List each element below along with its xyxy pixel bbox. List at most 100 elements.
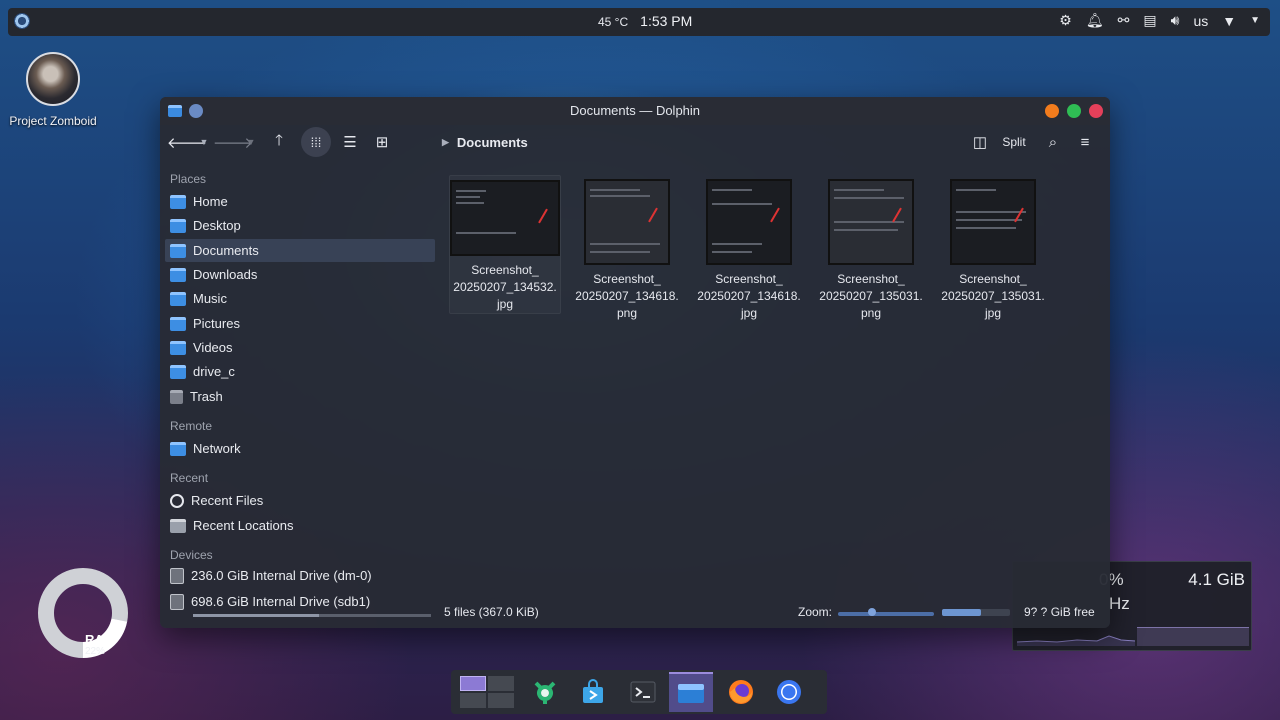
file-thumbnail [950,179,1036,265]
minimize-button[interactable] [1045,104,1059,118]
titlebar[interactable]: Documents — Dolphin [160,97,1110,125]
sidebar-item-label: Videos [193,340,233,355]
firefox-icon[interactable] [719,672,763,712]
discover-store-icon[interactable] [571,672,615,712]
free-space-text: 9? ? GiB free [1024,605,1095,619]
pager-desktop-2[interactable] [488,676,514,691]
breadcrumb-arrow-icon: ▶ [442,137,449,147]
file-thumbnail [584,179,670,265]
temperature-readout: 45 °C [598,15,629,29]
videos-folder-icon [170,340,186,355]
home-folder-icon [170,194,186,209]
notification-icon[interactable]: 🔔︎ [1086,12,1104,29]
icons-view-icon[interactable]: ⁞⁞⁞ [301,127,331,157]
file-name: Screenshot_ 20250207_135031. png [819,272,923,320]
zoom-slider-handle[interactable] [867,608,876,616]
free-space-bar[interactable] [942,609,1010,616]
settings-icon[interactable]: ⚙ [1059,12,1072,29]
pager-desktop-3[interactable] [460,693,486,708]
signal-icon[interactable] [767,672,811,712]
recent-locations-icon [170,518,186,533]
virtual-desktop-pager[interactable] [457,672,517,712]
sidebar-item-home[interactable]: Home [165,190,435,213]
remote-header: Remote [170,419,213,433]
file-name: Screenshot_ 20250207_135031. jpg [941,272,1045,320]
clock[interactable]: 1:53 PM [640,13,692,29]
cpu-frequency: Hz [1109,594,1130,613]
hamburger-menu-icon[interactable]: ≡ [1075,128,1095,156]
sidebar-item-documents[interactable]: Documents [165,239,435,262]
terminal-icon[interactable] [621,672,665,712]
devices-header: Devices [170,548,213,562]
file-view[interactable]: Screenshot_ 20250207_134532. jpg Screensho… [443,169,1107,599]
kde-connect-icon[interactable] [523,672,567,712]
file-item[interactable]: Screenshot_ 20250207_134618. jpg [693,175,805,322]
memory-usage: 4.1 GiB [1188,570,1245,589]
sidebar-item-recent-locations[interactable]: Recent Locations [165,514,435,537]
zoom-slider[interactable] [838,612,934,616]
breadcrumb-documents[interactable]: Documents [457,135,528,150]
pager-desktop-1[interactable] [460,676,486,691]
file-thumbnail [828,179,914,265]
split-button[interactable]: Split [998,128,1030,156]
pictures-folder-icon [170,316,186,331]
drive-icon [170,567,184,584]
details-view-icon[interactable]: ⊞ [372,128,392,156]
sidebar-item-drive-c[interactable]: drive_c [165,360,435,383]
window-title: Documents — Dolphin [569,103,701,118]
desktop-icon-project-zomboid[interactable]: Project Zomboid [6,52,100,128]
sidebar-item-label: Trash [190,389,223,404]
split-view-icon[interactable]: ◫ [970,128,990,156]
folder-icon [170,364,186,379]
sidebar-item-downloads[interactable]: Downloads [165,263,435,286]
clock-group[interactable]: 45 °C 1:53 PM [598,13,692,29]
breadcrumb[interactable]: ▶ Documents [442,135,528,150]
music-folder-icon [170,291,186,306]
forward-history-chevron-icon[interactable]: ▼ [245,128,257,156]
app-launcher-icon[interactable] [14,13,30,29]
file-item[interactable]: Screenshot_ 20250207_135031. png [815,175,927,322]
file-item[interactable]: Screenshot_ 20250207_134532. jpg [449,175,561,314]
file-thumbnail [450,180,560,256]
sidebar-item-music[interactable]: Music [165,287,435,310]
compact-view-icon[interactable]: ☰ [340,128,360,156]
system-tray: ⚙ 🔔︎ ⚯ ▤ 🔊︎ us ▼ ▼ [1059,12,1260,29]
sidebar-item-pictures[interactable]: Pictures [165,312,435,335]
sidebar-item-recent-files[interactable]: Recent Files [165,489,435,512]
keyboard-layout[interactable]: us [1193,13,1208,29]
file-name: Screenshot_ 20250207_134532. jpg [453,263,557,311]
desktop-icon-label: Project Zomboid [9,114,97,128]
sidebar-item-label: Network [193,441,241,456]
volume-icon[interactable]: 🔊︎ [1171,12,1180,29]
wifi-icon[interactable]: ▼ [1222,13,1236,29]
sidebar-item-trash[interactable]: Trash [165,385,435,408]
sidebar-item-network[interactable]: Network [165,437,435,460]
back-history-chevron-icon[interactable]: ▼ [198,128,210,156]
sidebar-item-label: Pictures [193,316,240,331]
memory-graph [1137,627,1249,646]
sidebar-item-drive-dm0[interactable]: 236.0 GiB Internal Drive (dm-0) [165,564,435,587]
vpn-icon[interactable]: ⚯ [1118,12,1130,29]
file-item[interactable]: Screenshot_ 20250207_135031. jpg [937,175,1049,322]
chevron-down-icon[interactable]: ▼ [1250,15,1260,26]
toolbar: 🡐 ▼ 🡒 ▼ 🡑 ⁞⁞⁞ ☰ ⊞ ▶ Documents ◫ Split ⌕ … [160,125,1110,161]
sidebar-item-label: 236.0 GiB Internal Drive (dm-0) [191,568,372,583]
status-text: 5 files (367.0 KiB) [444,605,539,619]
clipboard-icon[interactable]: ▤ [1143,12,1156,29]
sidebar-item-videos[interactable]: Videos [165,336,435,359]
maximize-button[interactable] [1067,104,1081,118]
sidebar-item-desktop[interactable]: Desktop [165,214,435,237]
file-item[interactable]: Screenshot_ 20250207_134618. png [571,175,683,322]
back-icon[interactable]: 🡐 [167,128,207,156]
search-icon[interactable]: ⌕ [1043,128,1063,156]
sidebar-item-label: Home [193,194,228,209]
ram-label: RAM [85,632,115,647]
forward-icon[interactable]: 🡒 [213,128,253,156]
dolphin-window: Documents — Dolphin 🡐 ▼ 🡒 ▼ 🡑 ⁞⁞⁞ ☰ ⊞ ▶ … [160,97,1110,628]
status-bar: 5 files (367.0 KiB) Zoom: 9? ? GiB free [160,600,1110,626]
places-header: Places [170,172,207,186]
up-icon[interactable]: 🡑 [270,128,288,156]
pager-desktop-4[interactable] [488,693,514,708]
dolphin-icon[interactable] [669,672,713,712]
close-button[interactable] [1089,104,1103,118]
